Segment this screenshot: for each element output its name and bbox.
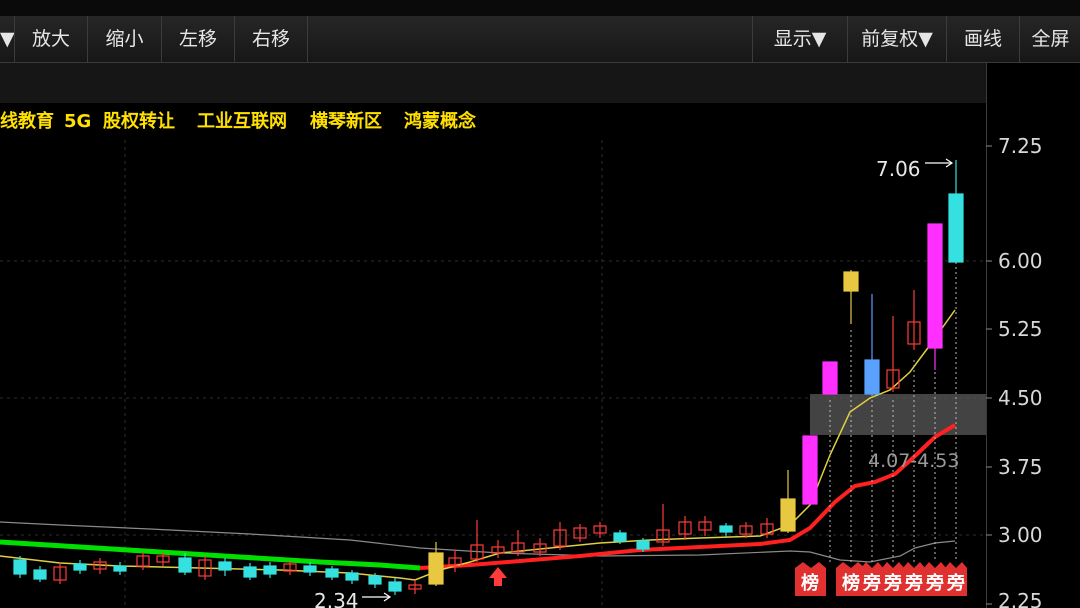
ma30-green-line: [0, 539, 421, 571]
side-badge[interactable]: 旁: [945, 562, 967, 596]
price-tick: 2.25: [998, 589, 1043, 608]
svg-text:旁: 旁: [904, 572, 923, 594]
side-badge[interactable]: 旁: [903, 562, 925, 596]
side-badge[interactable]: 旁: [861, 562, 883, 596]
dragon-tiger-badge[interactable]: 榜: [795, 562, 826, 596]
high-price-label: 7.06: [876, 157, 921, 181]
svg-text:榜: 榜: [801, 572, 819, 594]
price-tick: 5.25: [998, 317, 1043, 341]
price-tick: 3.75: [998, 455, 1043, 479]
svg-text:榜: 榜: [842, 572, 860, 594]
buy-signal-arrow: [489, 567, 507, 586]
price-axis: 7.25 6.00 5.25 4.50 3.75 3.00 2.25: [986, 134, 1043, 608]
price-tick: 6.00: [998, 249, 1043, 273]
svg-text:旁: 旁: [946, 572, 965, 594]
support-zone-label: 4.07-4.53: [868, 450, 959, 472]
svg-text:旁: 旁: [925, 572, 944, 594]
low-price-label: 2.34: [314, 589, 359, 608]
price-tick: 7.25: [998, 134, 1043, 158]
price-tick: 3.00: [998, 523, 1043, 547]
svg-text:旁: 旁: [883, 572, 902, 594]
support-zone: [810, 394, 986, 435]
dragon-tiger-badge[interactable]: 榜: [836, 562, 865, 596]
price-tick: 4.50: [998, 386, 1043, 410]
side-badge[interactable]: 旁: [882, 562, 904, 596]
side-badge[interactable]: 旁: [924, 562, 946, 596]
candlestick-chart[interactable]: 7.06 2.34 4.07-4.53 7.25 6.00 5.25 4.50 …: [0, 0, 1080, 608]
svg-text:旁: 旁: [862, 572, 881, 594]
